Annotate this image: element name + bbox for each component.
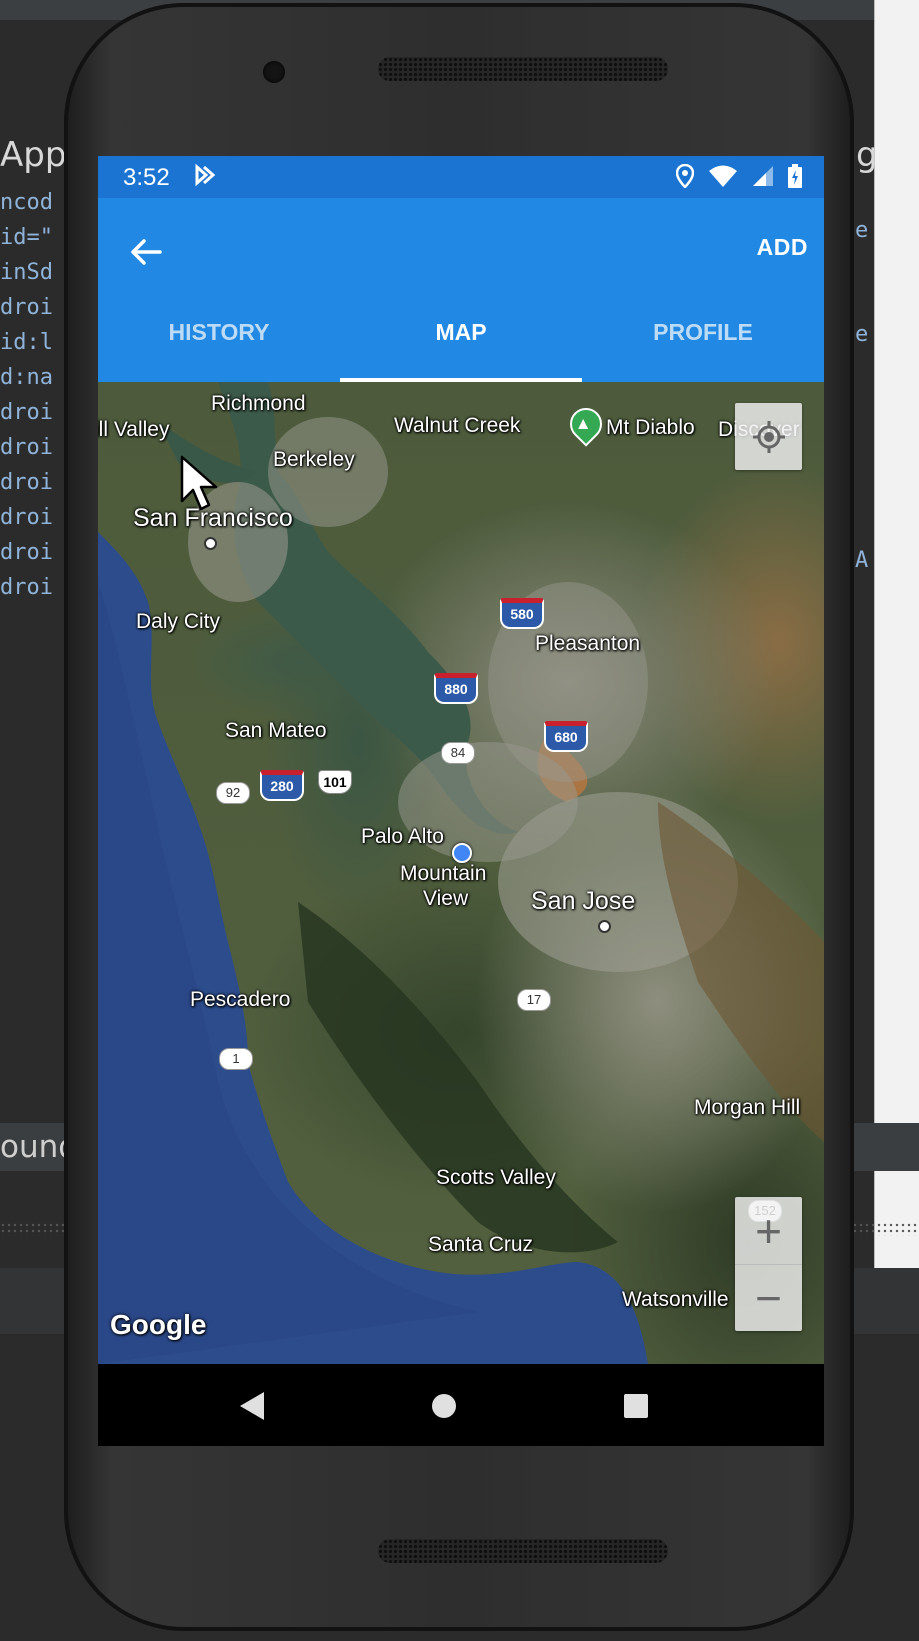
square-recents-icon [624,1394,648,1418]
code-line: droi [0,400,53,425]
map-label-palo-alto: Palo Alto [361,825,444,848]
map-label-mountain-view-2: View [423,887,469,910]
battery-icon [788,164,802,188]
ca-17-shield: 17 [517,989,551,1011]
code-line: droi [0,435,53,460]
code-line: id:l [0,330,53,355]
ca-92-shield: 92 [216,782,250,804]
ide-right-title-fragment: g [856,135,878,175]
city-dot [204,537,217,550]
wifi-icon [709,165,737,187]
city-dot [598,920,611,933]
map-label-scotts-valley: Scotts Valley [436,1166,556,1189]
map-label-pleasanton: Pleasanton [535,632,641,655]
code-line: droi [0,505,53,530]
interstate-680-shield: 680 [544,721,588,752]
ide-right-code: e [855,218,869,243]
circle-home-icon [432,1394,456,1418]
notification-icon [194,163,216,192]
status-bar: 3:52 [98,156,824,198]
tab-map[interactable]: MAP [340,291,582,382]
interstate-580-shield: 580 [500,598,544,629]
nav-home-button[interactable] [428,1390,460,1422]
google-attribution: Google [110,1309,207,1340]
ide-right-code: A [855,548,869,573]
mouse-cursor-icon [180,455,218,511]
map-label-san-jose: San Jose [531,887,636,915]
zoom-in-button[interactable]: + [735,1197,802,1265]
tab-profile[interactable]: PROFILE [582,291,824,382]
map-label-mountain-view: Mountain [400,862,487,885]
ide-code-lines: ncod id=" inSd droi id:l d:na droi droi … [0,185,53,605]
ide-right-code: e [855,322,869,347]
map-label-walnut-creek: Walnut Creek [394,414,521,437]
zoom-control: + − [735,1197,802,1331]
system-nav-bar [98,1364,824,1446]
tab-bar: HISTORY MAP PROFILE [98,291,824,382]
map-view[interactable]: Richmond ill Valley Walnut Creek Mt Diab… [98,382,824,1364]
tab-history[interactable]: HISTORY [98,291,340,382]
ca-1-shield: 1 [219,1048,253,1070]
status-time: 3:52 [123,164,170,191]
code-line: d:na [0,365,53,390]
zoom-out-button[interactable]: − [735,1264,802,1331]
location-icon [676,164,694,188]
code-line: droi [0,295,53,320]
ide-right-panel [874,0,919,1308]
phone-screen: 3:52 ADD HISTORY MAP PROFILE Richmond il… [98,156,824,1446]
top-speaker [378,57,668,81]
back-button[interactable] [118,224,174,280]
interstate-880-shield: 880 [434,673,478,704]
map-label-mt-diablo: Mt Diablo [606,416,695,439]
ca-84-shield: 84 [441,742,475,764]
code-line: droi [0,470,53,495]
arrow-back-icon [131,239,162,265]
app-bar: ADD HISTORY MAP PROFILE [98,198,824,382]
map-label-berkeley: Berkeley [273,448,355,471]
nav-back-button[interactable] [236,1390,268,1422]
map-label-daly-city: Daly City [136,610,221,633]
add-button[interactable]: ADD [757,234,808,261]
map-label-san-mateo: San Mateo [225,719,327,742]
code-line: ncod [0,190,53,215]
crosshair-icon [752,420,785,453]
map-label-richmond: Richmond [211,392,306,415]
code-line: droi [0,540,53,565]
map-label-watsonville: Watsonville [622,1288,729,1311]
map-label-mill-valley: ill Valley [98,418,170,441]
signal-icon [753,166,773,186]
map-label-pescadero: Pescadero [190,988,291,1011]
code-line: id=" [0,225,53,250]
interstate-280-shield: 280 [260,770,304,801]
us-101-shield: 101 [318,770,352,794]
nav-recents-button[interactable] [620,1390,652,1422]
code-line: inSd [0,260,53,285]
code-line: droi [0,575,53,600]
my-location-dot [452,843,472,863]
bottom-speaker [378,1539,668,1563]
triangle-back-icon [240,1392,264,1420]
map-label-morgan-hill: Morgan Hill [694,1096,801,1119]
my-location-button[interactable] [735,403,802,470]
front-camera [263,61,285,83]
status-icons [676,164,802,188]
map-label-santa-cruz: Santa Cruz [428,1233,534,1256]
